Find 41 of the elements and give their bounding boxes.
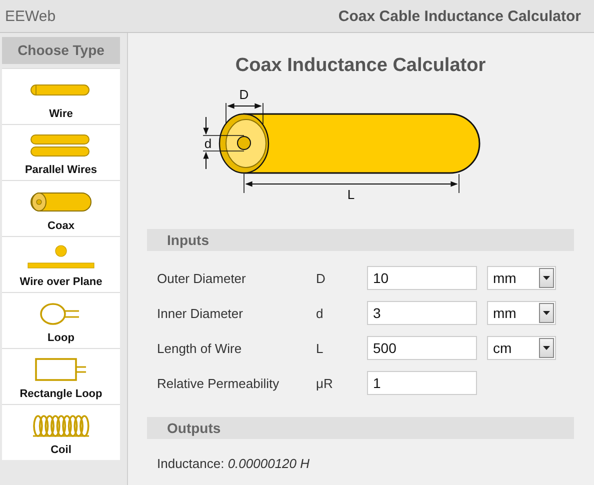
rectangle-loop-icon xyxy=(34,357,88,383)
field-label: Inner Diameter xyxy=(157,306,244,320)
sidebar-item[interactable]: Wire xyxy=(2,68,120,124)
parallel-wires-icon xyxy=(30,133,92,159)
input-field[interactable]: 10 xyxy=(367,266,477,290)
page-title: Coax Cable Inductance Calculator xyxy=(338,8,581,24)
length-label: L xyxy=(346,187,354,202)
coax-icon xyxy=(30,192,92,212)
coil-icon xyxy=(32,414,90,438)
site-logo[interactable]: EEWeb xyxy=(5,8,56,24)
sidebar-heading: Choose Type xyxy=(2,37,120,64)
symbol-label: L xyxy=(316,340,324,356)
input-field[interactable]: 3 xyxy=(367,301,477,325)
input-field[interactable]: 1 xyxy=(367,371,477,395)
unit-dropdown[interactable]: mm xyxy=(487,266,556,290)
sidebar-item[interactable]: Rectangle Loop xyxy=(2,348,120,404)
sidebar-item[interactable]: Coax xyxy=(2,180,120,236)
field-label: Length of Wire xyxy=(157,340,243,356)
symbol-label: d xyxy=(316,306,324,320)
symbol-label: μR xyxy=(316,376,334,390)
calculator-title: Coax Inductance Calculator xyxy=(235,55,486,77)
outer-diameter-label: D xyxy=(238,87,248,102)
wire-over-plane-icon xyxy=(27,245,95,271)
unit-dropdown[interactable]: mm xyxy=(487,301,556,325)
sidebar-item[interactable]: Wire over Plane xyxy=(2,236,120,292)
symbol-label: D xyxy=(316,270,326,286)
sidebar-item[interactable]: Loop xyxy=(2,292,120,348)
unit-dropdown[interactable]: cm xyxy=(487,336,556,360)
caret-icon xyxy=(543,276,550,280)
section-header: Outputs xyxy=(147,417,574,439)
wire-icon xyxy=(30,83,92,97)
inner-diameter-label: d xyxy=(204,136,212,151)
sidebar-item[interactable]: Parallel Wires xyxy=(2,124,120,180)
caret-icon xyxy=(543,346,550,350)
input-field[interactable]: 500 xyxy=(367,336,477,360)
inductance-result: Inductance: 0.00000120 H xyxy=(156,455,311,471)
field-label: Outer Diameter xyxy=(157,270,247,286)
caret-icon xyxy=(543,311,550,315)
sidebar-item[interactable]: Coil xyxy=(2,404,120,460)
section-header: Inputs xyxy=(147,229,574,251)
field-label: Relative Permeability xyxy=(157,376,280,390)
